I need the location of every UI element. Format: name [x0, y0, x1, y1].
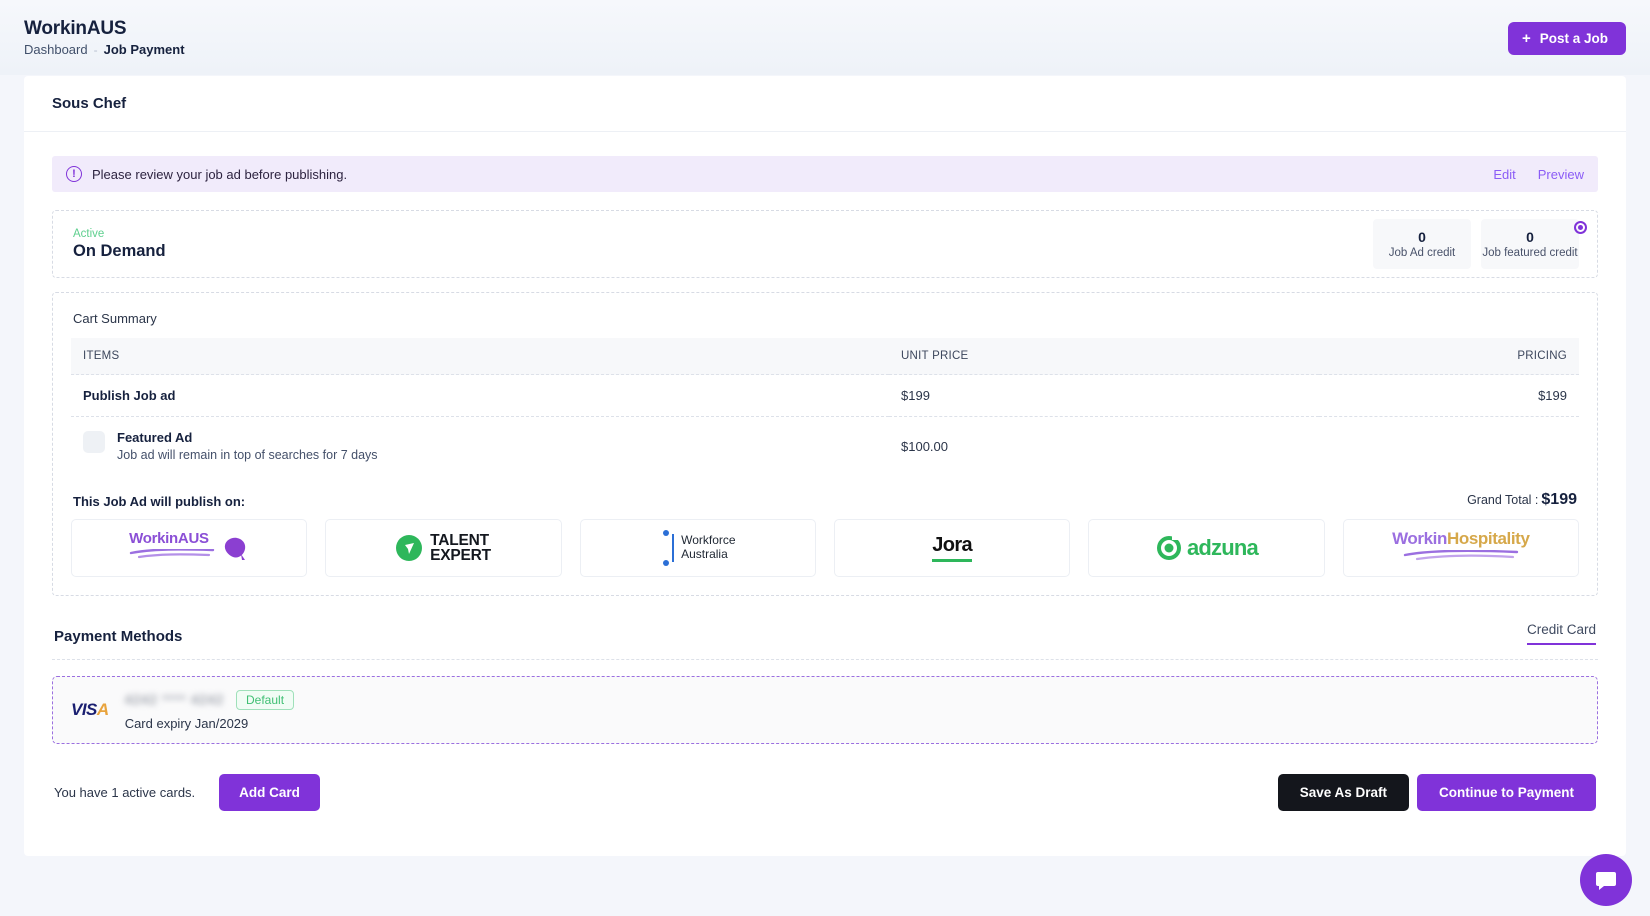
workinaus-part1: Workin	[129, 530, 178, 547]
column-unit-price: UNIT PRICE	[889, 338, 1319, 375]
review-alert: ! Please review your job ad before publi…	[52, 156, 1598, 192]
wih-part2: Hospitality	[1447, 529, 1530, 548]
jora-underline	[932, 559, 973, 562]
preview-link[interactable]: Preview	[1538, 167, 1584, 182]
alert-message: Please review your job ad before publish…	[92, 166, 348, 182]
payment-methods-header: Payment Methods Credit Card	[54, 622, 1596, 645]
cart-summary-card: Cart Summary ITEMS UNIT PRICE PRICING Pu…	[52, 292, 1598, 596]
cart-summary-title: Cart Summary	[73, 311, 157, 326]
breadcrumb-separator: -	[93, 42, 98, 57]
table-row: Featured Ad Job ad will remain in top of…	[71, 417, 1579, 476]
plan-name: On Demand	[73, 242, 166, 261]
featured-ad-description: Job ad will remain in top of searches fo…	[117, 448, 378, 462]
featured-ad-pricing	[1319, 417, 1579, 476]
credit-group: 0 Job Ad credit 0 Job featured credit	[1373, 219, 1579, 269]
plus-icon: +	[1521, 30, 1531, 47]
card-header: Sous Chef	[24, 76, 1626, 132]
partner-logo-row: WorkinAUS TALENT EXPERT Workforce Austra…	[71, 519, 1579, 577]
publish-job-ad-label: Publish Job ad	[83, 388, 176, 403]
card-number: 4242 **** 4242	[124, 692, 224, 707]
plan-selected-radio-icon[interactable]	[1574, 221, 1587, 234]
job-featured-credit-label: Job featured credit	[1482, 247, 1578, 260]
job-ad-credit-box: 0 Job Ad credit	[1373, 219, 1471, 269]
brand-logo: WorkinAUS	[24, 18, 127, 39]
visa-logo: VISA	[71, 700, 109, 719]
cart-item-pricing: $199	[1319, 374, 1579, 417]
save-as-draft-button[interactable]: Save As Draft	[1277, 774, 1409, 811]
payment-methods-title: Payment Methods	[54, 628, 183, 645]
app-root: WorkinAUS Dashboard - Job Payment + Post…	[0, 0, 1650, 916]
column-items: ITEMS	[71, 338, 889, 375]
cart-table: ITEMS UNIT PRICE PRICING Publish Job ad …	[71, 338, 1579, 475]
plan-card[interactable]: Active On Demand 0 Job Ad credit 0 Job f…	[52, 210, 1598, 278]
featured-ad-checkbox[interactable]	[83, 431, 105, 453]
card-body: ! Please review your job ad before publi…	[24, 132, 1626, 811]
divider	[52, 659, 1598, 660]
publish-on-label: This Job Ad will publish on:	[73, 494, 246, 509]
page-title: Sous Chef	[52, 95, 127, 112]
table-row: Publish Job ad $199 $199	[71, 374, 1579, 417]
workforce-line2: Australia	[681, 547, 728, 561]
talent-expert-mark-icon	[396, 535, 423, 561]
job-featured-credit-box: 0 Job featured credit	[1481, 219, 1579, 269]
breadcrumb: Dashboard - Job Payment	[24, 42, 185, 57]
grand-total-label: Grand Total :	[1467, 493, 1539, 507]
workforce-line1: Workforce	[681, 533, 736, 548]
cart-item-name: Publish Job ad	[71, 374, 889, 417]
adzuna-mark-icon	[1156, 535, 1181, 560]
wave-icon	[129, 548, 215, 559]
partner-logo-talent-expert: TALENT EXPERT	[325, 519, 562, 577]
partner-logo-adzuna: adzuna	[1088, 519, 1325, 577]
job-ad-credit-value: 0	[1418, 228, 1426, 245]
plan-status: Active	[73, 227, 105, 240]
partner-logo-workforce-australia: Workforce Australia	[579, 519, 816, 577]
cart-item-featured: Featured Ad Job ad will remain in top of…	[71, 417, 889, 476]
job-featured-credit-value: 0	[1526, 228, 1534, 245]
australia-map-icon	[225, 537, 246, 560]
breadcrumb-current: Job Payment	[103, 42, 185, 57]
chat-bubble-icon	[1596, 872, 1616, 890]
add-card-button[interactable]: Add Card	[219, 774, 320, 811]
wave-icon	[1403, 549, 1518, 561]
continue-to-payment-button[interactable]: Continue to Payment	[1416, 774, 1596, 811]
alert-actions: Edit Preview	[1493, 167, 1584, 182]
plan-info: Active On Demand	[71, 227, 1373, 262]
adzuna-text: adzuna	[1186, 535, 1259, 560]
featured-ad-unit-price: $100.00	[901, 438, 948, 454]
featured-ad-label: Featured Ad	[117, 430, 193, 445]
partner-logo-jora: Jora	[833, 519, 1071, 577]
footer-actions: You have 1 active cards. Add Card Save A…	[52, 774, 1598, 811]
partner-logo-workinhospitality: WorkinHospitality	[1342, 519, 1579, 577]
publish-header: This Job Ad will publish on: Grand Total…	[73, 491, 1577, 509]
wih-part1: Workin	[1392, 529, 1447, 548]
jora-text: Jora	[932, 534, 973, 556]
table-header-row: ITEMS UNIT PRICE PRICING	[71, 338, 1579, 375]
post-a-job-button[interactable]: + Post a Job	[1507, 22, 1626, 55]
edit-link[interactable]: Edit	[1493, 167, 1515, 182]
top-bar: WorkinAUS Dashboard - Job Payment + Post…	[0, 0, 1650, 75]
tab-credit-card[interactable]: Credit Card	[1526, 622, 1596, 645]
card-info: 4242 **** 4242 Default Card expiry Jan/2…	[124, 689, 1579, 731]
talent-line2: EXPERT	[430, 547, 491, 564]
workforce-bracket-icon	[663, 530, 670, 566]
card-expiry: Card expiry Jan/2029	[124, 715, 249, 731]
post-a-job-label: Post a Job	[1539, 31, 1608, 46]
grand-total-value: $199	[1541, 491, 1577, 508]
main-card: Sous Chef ! Please review your job ad be…	[24, 76, 1626, 856]
saved-card-item[interactable]: VISA 4242 **** 4242 Default Card expiry …	[52, 676, 1598, 744]
job-ad-credit-label: Job Ad credit	[1388, 247, 1456, 260]
status-badge: Default	[236, 689, 295, 710]
exclamation-circle-icon: !	[66, 166, 82, 182]
talent-line1: TALENT	[430, 531, 489, 549]
chat-support-button[interactable]	[1580, 854, 1632, 906]
column-pricing: PRICING	[1319, 338, 1579, 375]
active-cards-text: You have 1 active cards.	[54, 785, 196, 800]
partner-logo-workinaus: WorkinAUS	[71, 519, 308, 577]
cart-item-unit-price: $199	[889, 374, 1319, 417]
workinaus-part2: AUS	[177, 530, 209, 547]
grand-total: Grand Total : $199	[1467, 491, 1577, 509]
breadcrumb-dashboard[interactable]: Dashboard	[24, 42, 88, 57]
